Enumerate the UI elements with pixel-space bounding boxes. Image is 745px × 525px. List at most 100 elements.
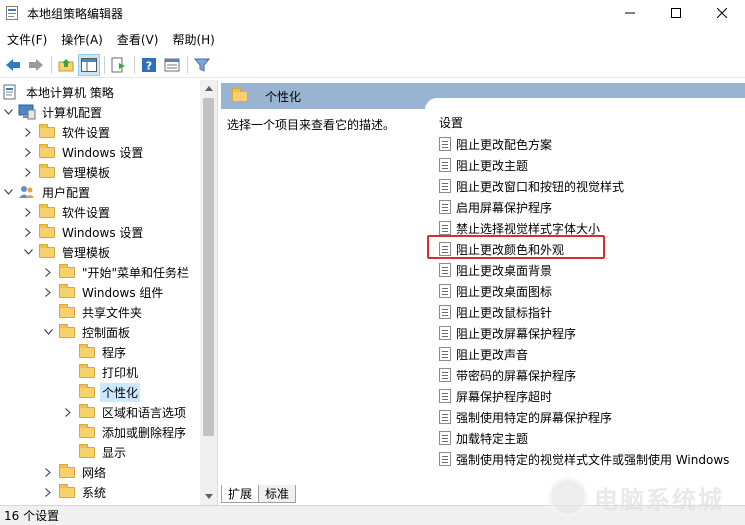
export-list-button[interactable] (108, 54, 130, 76)
show-hide-tree-button[interactable] (78, 53, 100, 76)
tree-item-personalization[interactable]: 个性化 (62, 382, 141, 402)
policy-setting-icon (439, 158, 451, 172)
setting-item[interactable]: 屏幕保护程序超时 (439, 386, 552, 406)
tree-item-control-panel[interactable]: 控制面板 (42, 322, 132, 342)
chevron-right-icon[interactable] (22, 122, 34, 142)
setting-item[interactable]: 强制使用特定的屏幕保护程序 (439, 407, 612, 427)
chevron-right-icon[interactable] (22, 202, 34, 222)
status-text: 16 个设置 (4, 509, 60, 523)
chevron-down-icon[interactable] (2, 182, 14, 202)
svg-text:?: ? (146, 59, 152, 72)
setting-item[interactable]: 加载特定主题 (439, 428, 528, 448)
tree-item-system[interactable]: 系统 (42, 482, 108, 502)
view-tabs: 扩展 标准 (221, 485, 421, 505)
folder-icon (58, 484, 76, 500)
tree-item-add-remove-programs[interactable]: 添加或删除程序 (62, 422, 188, 442)
tree-item-user-windows-settings[interactable]: Windows 设置 (22, 222, 145, 242)
maximize-icon (671, 8, 681, 18)
tree-scrollbar[interactable] (200, 80, 217, 505)
folder-icon (38, 124, 56, 140)
policy-setting-icon (439, 284, 451, 298)
menu-view[interactable]: 查看(V) (110, 31, 166, 48)
chevron-down-icon[interactable] (2, 102, 14, 122)
setting-item[interactable]: 阻止更改桌面图标 (439, 281, 552, 301)
back-button[interactable] (2, 54, 24, 76)
tree-item-software-settings[interactable]: 软件设置 (22, 122, 112, 142)
folder-icon (38, 144, 56, 160)
watermark-logo-icon (548, 477, 588, 517)
scroll-down-icon[interactable] (200, 488, 217, 505)
tree-item-user-config[interactable]: 用户配置 (2, 182, 92, 202)
minimize-button[interactable] (607, 0, 653, 26)
setting-item[interactable]: 强制使用特定的视觉样式文件或强制使用 Windows (439, 449, 729, 469)
filter-icon (194, 58, 210, 72)
tree-item-user-software-settings[interactable]: 软件设置 (22, 202, 112, 222)
tree-item-computer-config[interactable]: 计算机配置 (2, 102, 104, 122)
tree-scrollbar-thumb[interactable] (203, 98, 214, 436)
setting-item[interactable]: 阻止更改屏幕保护程序 (439, 323, 576, 343)
tree-item-shared-folders[interactable]: 共享文件夹 (42, 302, 144, 322)
setting-item[interactable]: 阻止更改主题 (439, 155, 528, 175)
close-icon (717, 8, 727, 18)
setting-item[interactable]: 启用屏幕保护程序 (439, 197, 552, 217)
folder-icon (38, 244, 56, 260)
tree-item-printers[interactable]: 打印机 (62, 362, 140, 382)
setting-item[interactable]: 阻止更改窗口和按钮的视觉样式 (439, 176, 624, 196)
setting-item[interactable]: 阻止更改声音 (439, 344, 528, 364)
tree-item-admin-templates[interactable]: 管理模板 (22, 162, 112, 182)
setting-item[interactable]: 阻止更改鼠标指针 (439, 302, 552, 322)
settings-column-header[interactable]: 设置 (439, 114, 463, 131)
tree-item-user-admin-templates[interactable]: 管理模板 (22, 242, 112, 262)
tree-item-display[interactable]: 显示 (62, 442, 128, 462)
tree-item-windows-settings[interactable]: Windows 设置 (22, 142, 145, 162)
maximize-button[interactable] (653, 0, 699, 26)
watermark-text: 电脑系统城 (594, 485, 724, 514)
folder-icon (58, 284, 76, 300)
settings-list: 设置 阻止更改配色方案 阻止更改主题 阻止更改窗口和按钮的视觉样式 启用屏幕保护… (425, 98, 745, 478)
toolbar: ? (0, 52, 745, 78)
folder-icon (38, 224, 56, 240)
setting-item[interactable]: 阻止更改配色方案 (439, 134, 552, 154)
chevron-right-icon[interactable] (22, 222, 34, 242)
folder-icon (38, 204, 56, 220)
chevron-right-icon[interactable] (22, 142, 34, 162)
menu-file[interactable]: 文件(F) (0, 31, 54, 48)
policy-setting-icon (439, 263, 451, 277)
setting-item[interactable]: 阻止更改桌面背景 (439, 260, 552, 280)
close-button[interactable] (699, 0, 745, 26)
chevron-right-icon[interactable] (62, 402, 74, 422)
properties-button[interactable] (161, 54, 183, 76)
setting-item[interactable]: 带密码的屏幕保护程序 (439, 365, 576, 385)
tree-item-programs[interactable]: 程序 (62, 342, 128, 362)
chevron-right-icon[interactable] (42, 482, 54, 502)
tab-extended[interactable]: 扩展 (221, 485, 260, 503)
up-one-level-button[interactable] (55, 54, 77, 76)
chevron-right-icon[interactable] (42, 462, 54, 482)
forward-button[interactable] (25, 54, 47, 76)
tree-item-region-language[interactable]: 区域和语言选项 (62, 402, 188, 422)
chevron-down-icon[interactable] (22, 242, 34, 262)
tab-standard[interactable]: 标准 (258, 485, 297, 503)
help-button[interactable]: ? (138, 54, 160, 76)
chevron-down-icon[interactable] (42, 322, 54, 342)
tree-item-windows-components[interactable]: Windows 组件 (42, 282, 165, 302)
toolbar-separator (134, 55, 135, 74)
folder-icon (78, 404, 96, 420)
policy-setting-icon (439, 137, 451, 151)
chevron-right-icon[interactable] (42, 262, 54, 282)
tree-item-start-menu-taskbar[interactable]: "开始"菜单和任务栏 (42, 262, 191, 282)
menu-help[interactable]: 帮助(H) (165, 31, 221, 48)
chevron-right-icon[interactable] (42, 282, 54, 302)
chevron-right-icon[interactable] (22, 162, 34, 182)
folder-icon (78, 424, 96, 440)
menu-action[interactable]: 操作(A) (54, 31, 110, 48)
policy-setting-icon (439, 179, 451, 193)
filter-button[interactable] (191, 54, 213, 76)
scroll-up-icon[interactable] (200, 80, 217, 97)
folder-icon (58, 324, 76, 340)
tree-item-network[interactable]: 网络 (42, 462, 108, 482)
tree-item-local-computer-policy[interactable]: 本地计算机 策略 (2, 82, 116, 102)
back-arrow-icon (6, 58, 20, 71)
policy-setting-icon (439, 410, 451, 424)
policy-setting-icon (439, 389, 451, 403)
